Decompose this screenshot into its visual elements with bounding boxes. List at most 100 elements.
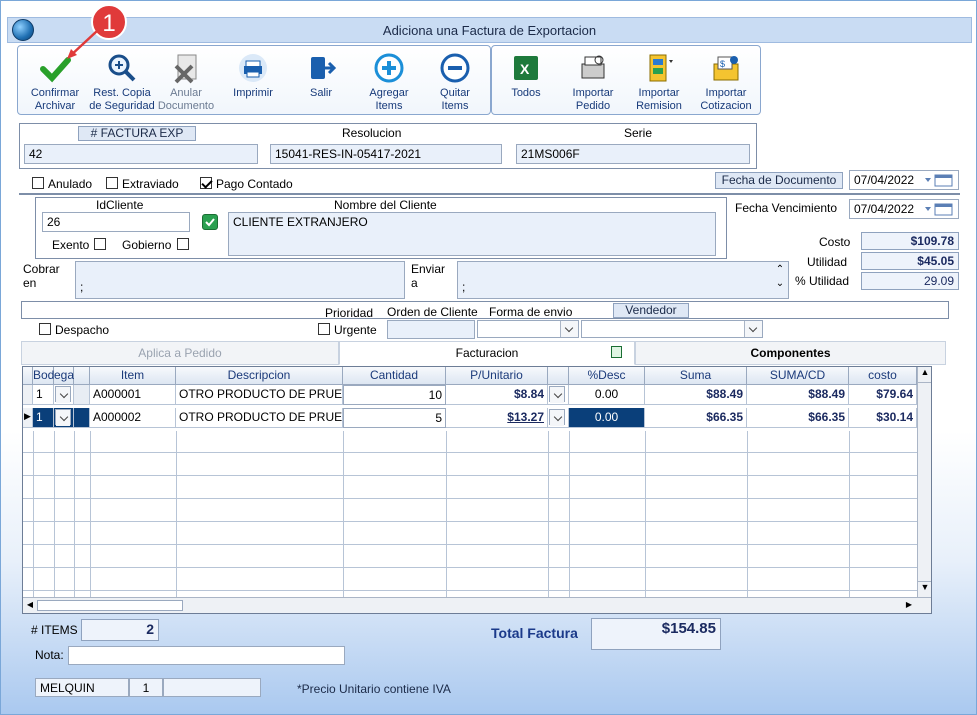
cell-punitario[interactable]: $13.27 [446, 408, 548, 428]
putilidad-value: 29.09 [861, 272, 959, 290]
gobierno-checkbox[interactable] [177, 238, 189, 250]
chevron-down-icon[interactable] [56, 387, 70, 403]
idcliente-label: IdCliente [96, 198, 144, 212]
grid-vline [849, 431, 850, 613]
scroll-right-icon[interactable]: ▶ [903, 600, 915, 612]
orden-cliente-field[interactable] [387, 320, 475, 339]
horizontal-scrollbar[interactable]: ◀ ▶ [23, 597, 931, 613]
row-selector[interactable] [23, 385, 33, 405]
col-ega[interactable]: ega [54, 367, 74, 385]
col-blank[interactable] [74, 367, 90, 385]
validate-check-icon[interactable] [202, 214, 218, 230]
cobrar-en-label: en [23, 276, 37, 290]
tab-facturacion[interactable]: Facturacion [339, 341, 635, 365]
cell-desc-pct[interactable]: 0.00 [569, 385, 645, 405]
row-pointer-icon[interactable]: ▶ [23, 408, 33, 428]
col-descripcion[interactable]: Descripcion [176, 367, 343, 385]
extraviado-checkbox[interactable] [106, 177, 118, 189]
col-bod[interactable]: Bod [33, 367, 54, 385]
col-desc[interactable]: %Desc [569, 367, 645, 385]
app-globe-icon [12, 19, 34, 41]
utilidad-value: $45.05 [861, 252, 959, 270]
cell-bod[interactable]: 1 [33, 408, 54, 428]
pago-contado-checkbox[interactable] [200, 177, 212, 189]
imprimir-button[interactable]: Imprimir [218, 46, 288, 114]
idcliente-field[interactable]: 26 [42, 212, 190, 232]
tab-aplica-pedido[interactable]: Aplica a Pedido [21, 341, 339, 365]
cell-punitario[interactable]: $8.84 [446, 385, 548, 405]
importar-pedido-button[interactable]: Importar Pedido [560, 46, 626, 114]
calendar-icon[interactable] [925, 174, 955, 187]
tab-componentes[interactable]: Componentes [635, 341, 946, 365]
scroll-down-icon[interactable]: ▼ [918, 581, 931, 597]
grid-vline [54, 431, 55, 613]
exento-checkbox[interactable] [94, 238, 106, 250]
cell-item[interactable]: A000002 [90, 408, 176, 428]
exit-door-icon [305, 52, 337, 84]
nombre-cliente-field[interactable]: CLIENTE EXTRANJERO [228, 212, 716, 256]
gobierno-label: Gobierno [122, 238, 172, 252]
items-label: # ITEMS [31, 623, 78, 637]
vertical-scrollbar[interactable]: ▲ ▼ [917, 367, 931, 597]
salir-button[interactable]: Salir [288, 46, 354, 114]
urgente-checkbox[interactable] [318, 323, 330, 335]
cell-descripcion[interactable]: OTRO PRODUCTO DE PRUE [176, 385, 343, 405]
sheet-icon [611, 346, 622, 358]
col-cantidad[interactable]: Cantidad [343, 367, 446, 385]
enviar-a-field[interactable]: ; [457, 261, 789, 299]
quitar-items-button[interactable]: Quitar Items [422, 46, 488, 114]
bodega-dropdown[interactable] [54, 408, 74, 428]
col-sumacd[interactable]: SUMA/CD [747, 367, 849, 385]
cell-descripcion[interactable]: OTRO PRODUCTO DE PRUE [176, 408, 343, 428]
scroll-thumb[interactable] [37, 600, 183, 611]
price-dropdown[interactable] [548, 408, 569, 428]
resolucion-field[interactable]: 15041-RES-IN-05417-2021 [270, 144, 502, 164]
scroll-up-icon[interactable]: ▲ [918, 367, 931, 383]
nota-input[interactable] [68, 646, 345, 665]
invoice-window: Adiciona una Factura de Exportacion Conf… [0, 0, 977, 715]
serie-field[interactable]: 21MS006F [516, 144, 750, 164]
chevron-down-icon[interactable] [560, 321, 578, 337]
col-blank2[interactable] [548, 367, 569, 385]
col-suma[interactable]: Suma [645, 367, 747, 385]
chevron-up-icon[interactable]: ⌃ [773, 263, 787, 277]
chevron-down-icon[interactable] [550, 410, 564, 426]
vendedor-select[interactable] [581, 320, 763, 338]
grid-vline [176, 431, 177, 613]
bodega-dropdown[interactable] [54, 385, 74, 405]
cell-bod[interactable]: 1 [33, 385, 54, 405]
chevron-down-icon[interactable] [550, 387, 564, 403]
enviar-scroll[interactable]: ⌃ ⌄ [773, 263, 787, 297]
grid-vline [645, 431, 646, 613]
forma-envio-select[interactable] [477, 320, 579, 338]
forma-envio-label: Forma de envio [489, 305, 573, 319]
chevron-down-icon[interactable]: ⌄ [773, 277, 787, 291]
excel-icon: X [510, 52, 542, 84]
scroll-left-icon[interactable]: ◀ [24, 600, 36, 612]
cobrar-en-field[interactable]: ; [75, 261, 405, 299]
total-factura-label: Total Factura [491, 625, 578, 641]
anulado-checkbox[interactable] [32, 177, 44, 189]
col-punitario[interactable]: P/Unitario [446, 367, 548, 385]
todos-button[interactable]: X Todos [494, 46, 558, 114]
grid-line [23, 590, 917, 591]
orden-cliente-label: Orden de Cliente [387, 305, 478, 319]
grid-vline [33, 431, 34, 613]
despacho-checkbox[interactable] [39, 323, 51, 335]
cell-desc-pct[interactable]: 0.00 [569, 408, 645, 428]
cell-cantidad[interactable]: 5 [343, 408, 446, 428]
window-title: Adiciona una Factura de Exportacion [382, 23, 597, 38]
importar-cotizacion-button[interactable]: $ Importar Cotizacion [692, 46, 760, 114]
factura-number-field[interactable]: 42 [24, 144, 258, 164]
importar-remision-button[interactable]: Importar Remision [626, 46, 692, 114]
agregar-items-button[interactable]: Agregar Items [356, 46, 422, 114]
price-dropdown[interactable] [548, 385, 569, 405]
col-item[interactable]: Item [90, 367, 176, 385]
cell-cantidad[interactable]: 10 [343, 385, 446, 405]
col-costo[interactable]: costo [849, 367, 917, 385]
chevron-down-icon[interactable] [56, 410, 70, 426]
calendar-icon[interactable] [925, 203, 955, 216]
chevron-down-icon[interactable] [744, 321, 762, 337]
anular-documento-button[interactable]: Anular Documento [156, 46, 216, 114]
cell-item[interactable]: A000001 [90, 385, 176, 405]
